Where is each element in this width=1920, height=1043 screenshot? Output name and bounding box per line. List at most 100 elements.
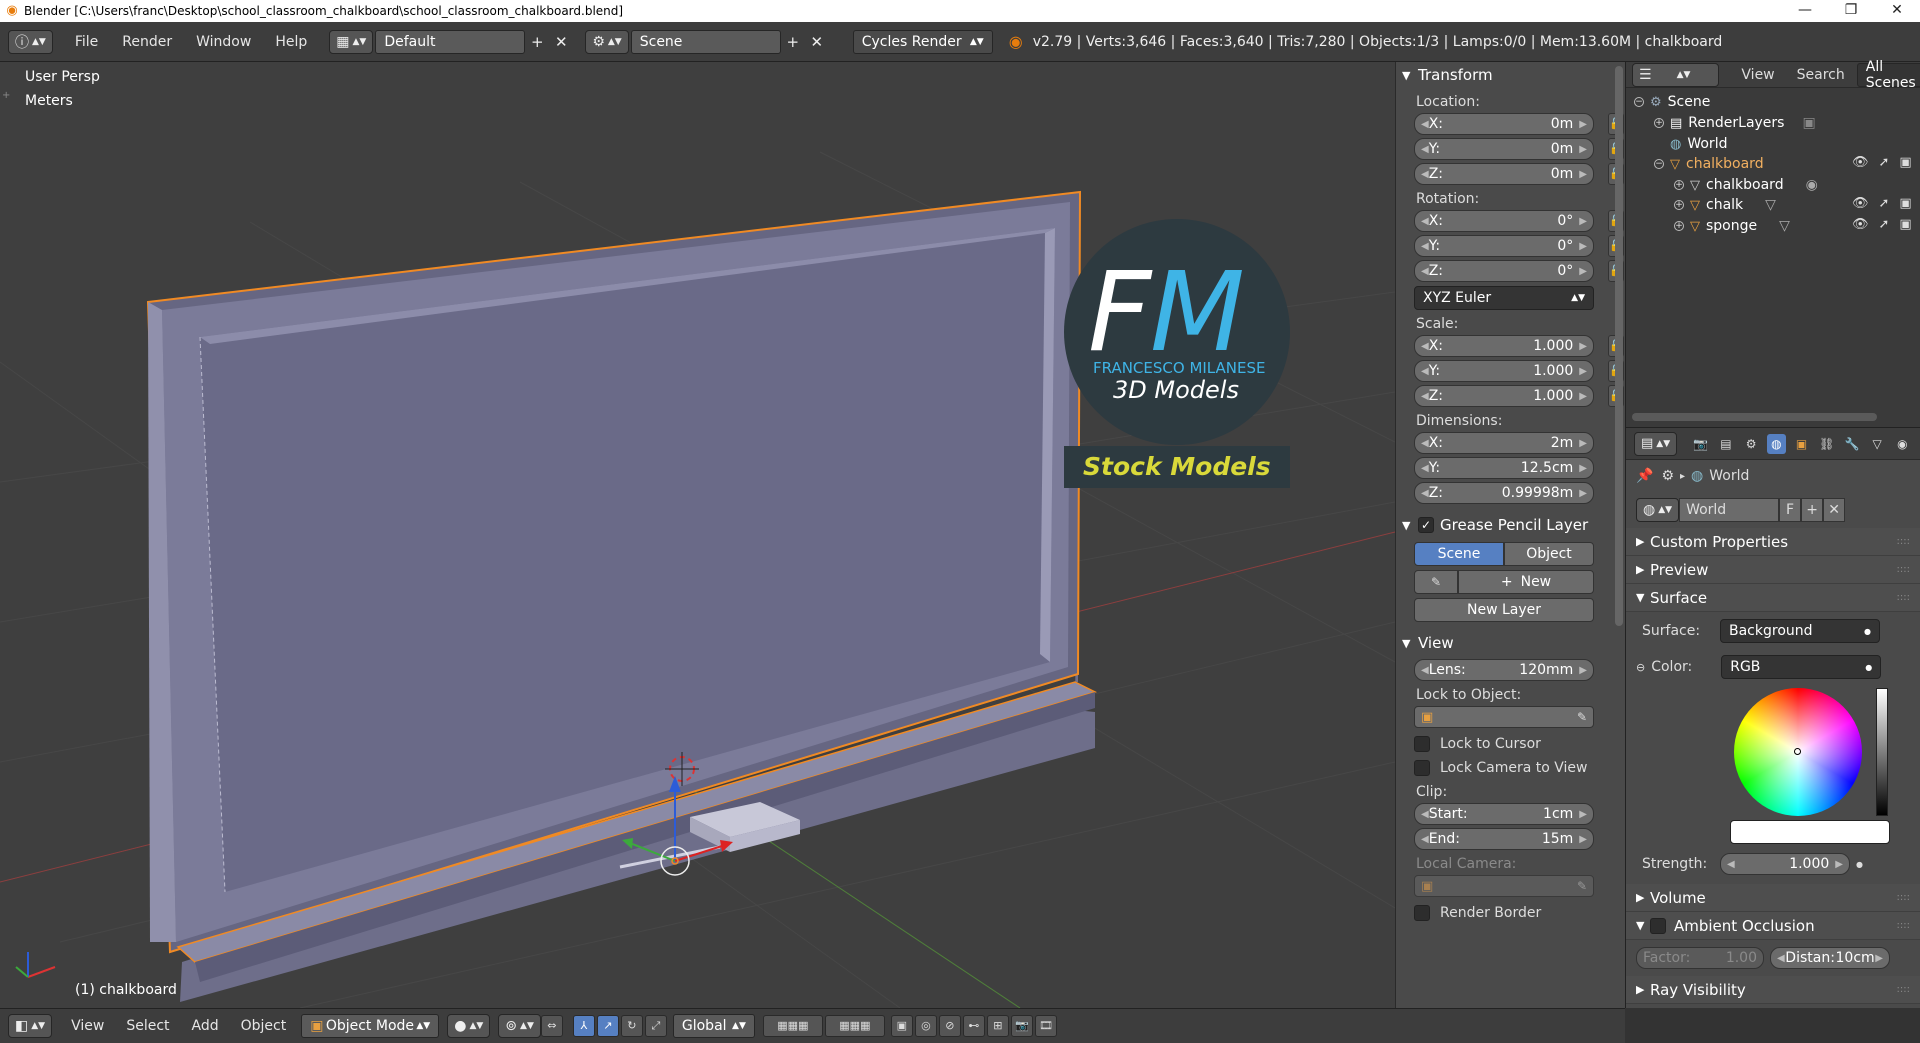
menu-window[interactable]: Window <box>184 34 263 50</box>
drag-grip-icon[interactable]: :::: <box>1897 564 1910 575</box>
scene-field[interactable]: Scene <box>630 29 781 54</box>
value-slider[interactable] <box>1876 688 1888 816</box>
transform-orientation-select[interactable]: Global ▲▼ <box>672 1014 755 1038</box>
camera-render-icon[interactable]: ▣ <box>1899 155 1911 170</box>
ao-distance-field[interactable]: ◀ Distan: 10cm ▶ <box>1770 947 1890 969</box>
ambient-occlusion-checkbox[interactable] <box>1650 917 1666 934</box>
outliner-row-chalk[interactable]: + ▽ chalk ▽ <box>1674 195 1776 215</box>
data-tab-icon[interactable]: ▽ <box>1868 434 1887 454</box>
grease-pencil-panel-header[interactable]: ▼ ✓ Grease Pencil Layer <box>1402 512 1619 538</box>
editor-type-3dview-button[interactable]: ◧ ▲▼ <box>8 1014 53 1038</box>
transform-panel-header[interactable]: ▼ Transform <box>1402 62 1619 88</box>
outliner-menu-search[interactable]: Search <box>1797 67 1845 83</box>
drag-grip-icon[interactable]: :::: <box>1897 536 1910 547</box>
drag-grip-icon[interactable]: :::: <box>1897 592 1910 603</box>
render-still-icon[interactable]: 📷 <box>1010 1015 1033 1037</box>
scene-layers-icon[interactable]: ▦▦▦ <box>762 1015 823 1037</box>
color-wheel[interactable] <box>1734 688 1862 816</box>
new-layer-button[interactable]: New Layer <box>1414 598 1594 622</box>
ambient-occlusion-section[interactable]: ▼ Ambient Occlusion :::: <box>1626 912 1920 940</box>
eyedropper-icon[interactable]: ✎ <box>1577 879 1587 893</box>
menu-help[interactable]: Help <box>263 34 319 50</box>
lock-camera-checkbox[interactable] <box>1414 760 1430 776</box>
dimensions-x-field[interactable]: ◀ X: 2m ▶ <box>1414 432 1594 454</box>
editor-type-properties-button[interactable]: ▤ ▲▼ <box>1634 431 1678 456</box>
outliner-menu-view[interactable]: View <box>1741 67 1774 83</box>
collapse-toggle-icon[interactable]: − <box>1654 159 1664 169</box>
screen-layout-icon-button[interactable]: ▦ ▲▼ <box>329 29 374 54</box>
scene-tab-icon[interactable]: ⚙ <box>1742 434 1761 454</box>
tool-shelf-toggle-icon[interactable]: + <box>2 90 10 101</box>
scale-z-field[interactable]: ◀ Z: 1.000 ▶ <box>1414 385 1594 407</box>
rotation-z-field[interactable]: ◀ Z: 0° ▶ <box>1414 260 1594 282</box>
modifiers-tab-icon[interactable]: 🔧 <box>1842 434 1861 454</box>
eye-icon[interactable]: 👁 <box>1852 155 1869 170</box>
volume-section[interactable]: ▶ Volume :::: <box>1626 884 1920 912</box>
rotation-x-field[interactable]: ◀ X: 0° ▶ <box>1414 210 1594 232</box>
collapse-toggle-icon[interactable]: − <box>1634 97 1644 107</box>
scale-y-field[interactable]: ◀ Y: 1.000 ▶ <box>1414 360 1594 382</box>
location-y-field[interactable]: ◀ Y: 0m ▶ <box>1414 138 1594 160</box>
interaction-mode-select[interactable]: ▣ Object Mode ▲▼ <box>301 1014 440 1038</box>
dimensions-z-field[interactable]: ◀ Z: 0.99998m ▶ <box>1414 482 1594 504</box>
cursor-select-icon[interactable]: ➚ <box>1879 155 1890 170</box>
outliner-row-scene[interactable]: − ⚙ Scene <box>1634 92 1710 112</box>
eye-icon[interactable]: 👁 <box>1852 217 1869 232</box>
outliner-row-chalkboard-child[interactable]: + ▽ chalkboard ◉ <box>1674 175 1818 195</box>
color-input-select[interactable]: RGB ● <box>1721 655 1882 679</box>
eye-icon[interactable]: 👁 <box>1852 196 1869 211</box>
rotate-manipulator-icon[interactable]: ↻ <box>620 1015 643 1037</box>
drag-grip-icon[interactable]: :::: <box>1897 920 1910 931</box>
collapse-toggle-icon[interactable]: ⊖ <box>1636 661 1645 674</box>
rotation-y-field[interactable]: ◀ Y: 0° ▶ <box>1414 235 1594 257</box>
cursor-select-icon[interactable]: ➚ <box>1879 217 1890 232</box>
outliner-horizontal-scrollbar[interactable] <box>1632 413 1877 421</box>
clip-end-field[interactable]: ◀ End: 15m ▶ <box>1414 828 1594 850</box>
scene-layers-icon-2[interactable]: ▦▦▦ <box>824 1015 885 1037</box>
object-tab-icon[interactable]: ▣ <box>1792 434 1811 454</box>
render-animation-icon[interactable]: 🎞 <box>1034 1015 1057 1037</box>
grease-pencil-scene-tab[interactable]: Scene <box>1414 542 1504 566</box>
minimize-button[interactable]: — <box>1782 0 1828 22</box>
local-camera-field[interactable]: ▣ ✎ <box>1414 875 1594 897</box>
3d-viewport[interactable]: F M FRANCESCO MILANESE 3D Models Stock M… <box>0 62 1395 1008</box>
view-panel-header[interactable]: ▼ View <box>1402 630 1619 656</box>
custom-properties-section[interactable]: ▶ Custom Properties :::: <box>1626 528 1920 556</box>
add-screen-icon[interactable]: + <box>525 30 549 54</box>
proportional-editing-icon[interactable]: ◎ <box>914 1015 937 1037</box>
delete-scene-icon[interactable]: ✕ <box>805 30 829 54</box>
ao-factor-field[interactable]: Factor: 1.00 <box>1636 947 1764 969</box>
menu-file[interactable]: File <box>63 34 110 50</box>
screen-layout-field[interactable]: Default <box>375 29 526 54</box>
render-engine-select[interactable]: Cycles Render ▲▼ <box>852 29 993 54</box>
grease-pencil-checkbox[interactable]: ✓ <box>1418 517 1434 533</box>
surface-select[interactable]: Background ● <box>1720 619 1880 643</box>
world-name-field[interactable]: World <box>1679 498 1780 522</box>
pin-icon[interactable]: 📌 <box>1636 468 1653 484</box>
render-border-checkbox[interactable] <box>1414 905 1430 921</box>
menu-render[interactable]: Render <box>110 34 184 50</box>
lock-to-cursor-row[interactable]: Lock to Cursor <box>1414 736 1619 752</box>
outliner-row-chalkboard-object[interactable]: − ▽ chalkboard <box>1654 154 1764 174</box>
preview-section[interactable]: ▶ Preview :::: <box>1626 556 1920 584</box>
add-menu[interactable]: Add <box>181 1018 230 1034</box>
lock-to-cursor-checkbox[interactable] <box>1414 736 1430 752</box>
pivot-only-locations-icon[interactable]: ⇔ <box>540 1015 563 1037</box>
world-browse-button[interactable]: ◍ ▲▼ <box>1636 498 1680 522</box>
translate-manipulator-icon[interactable]: ↗ <box>596 1015 619 1037</box>
expand-toggle-icon[interactable]: + <box>1674 180 1684 190</box>
render-tab-icon[interactable]: 📷 <box>1691 434 1710 454</box>
new-world-icon[interactable]: + <box>1801 498 1824 522</box>
rotation-mode-select[interactable]: XYZ Euler ▲▼ <box>1414 286 1594 310</box>
clip-start-field[interactable]: ◀ Start: 1cm ▶ <box>1414 803 1594 825</box>
expand-toggle-icon[interactable]: + <box>1674 200 1684 210</box>
editor-type-info-button[interactable]: ⓘ ▲▼ <box>8 29 53 54</box>
render-border-row[interactable]: Render Border <box>1414 905 1619 921</box>
scale-manipulator-icon[interactable]: ⤢ <box>644 1015 667 1037</box>
viewport-shading-button[interactable]: ● ▲▼ <box>447 1014 491 1038</box>
location-z-field[interactable]: ◀ Z: 0m ▶ <box>1414 163 1594 185</box>
camera-render-icon[interactable]: ▣ <box>1899 196 1911 211</box>
dimensions-y-field[interactable]: ◀ Y: 12.5cm ▶ <box>1414 457 1594 479</box>
ray-visibility-section[interactable]: ▶ Ray Visibility :::: <box>1626 976 1920 1004</box>
n-panel-scrollbar[interactable] <box>1615 66 1623 626</box>
